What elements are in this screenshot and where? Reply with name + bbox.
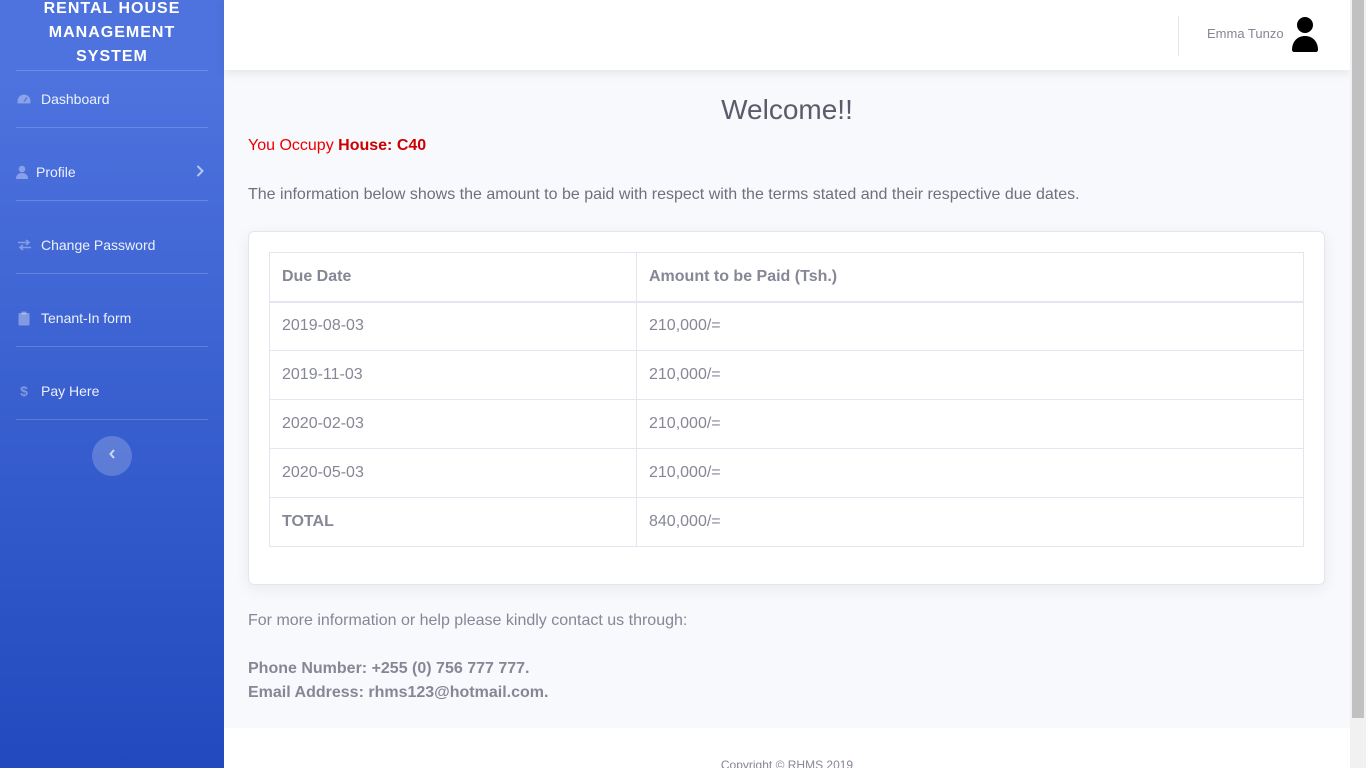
user-icon: [16, 164, 28, 180]
phone-number: Phone Number: +255 (0) 756 777 777.: [248, 660, 530, 677]
due-date-cell: 2019-11-03: [269, 350, 637, 400]
occupancy-prefix: You Occupy: [248, 137, 334, 154]
user-avatar-icon[interactable]: [1289, 16, 1321, 52]
sidebar-divider: [16, 70, 208, 71]
dollar-icon: $: [20, 383, 28, 399]
table-row: 2020-05-03 210,000/=: [269, 448, 1304, 498]
clipboard-icon: [16, 310, 32, 326]
column-header-due-date: Due Date: [269, 252, 637, 303]
amount-cell: 210,000/=: [636, 448, 1304, 498]
sidebar-divider: [16, 273, 208, 274]
sidebar-divider: [16, 200, 208, 201]
dashboard-icon: [16, 91, 32, 107]
sidebar-divider: [16, 127, 208, 128]
sidebar-item-dashboard[interactable]: Dashboard: [16, 84, 208, 114]
sidebar-toggle-button[interactable]: [92, 436, 132, 476]
topbar: Emma Tunzo: [224, 0, 1350, 70]
contact-intro: For more information or help please kind…: [248, 612, 688, 629]
copyright-text: Copyright © RHMS 2019: [720, 758, 854, 768]
sidebar-divider: [16, 346, 208, 347]
sidebar-item-label: Pay Here: [41, 383, 100, 399]
brand-line-3: SYSTEM: [76, 48, 148, 65]
house-label: House: C40: [338, 137, 427, 154]
table-row: 2019-08-03 210,000/=: [269, 301, 1304, 351]
sidebar-item-label: Tenant-In form: [41, 310, 132, 326]
brand-title[interactable]: RENTAL HOUSE MANAGEMENT SYSTEM: [0, 0, 224, 69]
total-amount-cell: 840,000/=: [636, 497, 1304, 547]
chevron-left-icon: [108, 447, 116, 465]
sidebar-item-tenant-in-form[interactable]: Tenant-In form: [16, 303, 208, 333]
due-date-cell: 2019-08-03: [269, 301, 637, 351]
due-date-cell: 2020-02-03: [269, 399, 637, 449]
footer: Copyright © RHMS 2019: [224, 728, 1350, 768]
amount-cell: 210,000/=: [636, 350, 1304, 400]
email-address: Email Address: rhms123@hotmail.com.: [248, 684, 549, 701]
sidebar-item-change-password[interactable]: Change Password: [16, 230, 208, 260]
sidebar: RENTAL HOUSE MANAGEMENT SYSTEM Dashboard…: [0, 0, 224, 768]
total-label-cell: TOTAL: [269, 497, 637, 547]
amount-cell: 210,000/=: [636, 399, 1304, 449]
info-text: The information below shows the amount t…: [248, 186, 1080, 203]
brand-line-2: MANAGEMENT: [48, 24, 176, 41]
sidebar-item-label: Change Password: [41, 237, 156, 253]
scrollbar-thumb[interactable]: [1352, 0, 1364, 718]
table-total-row: TOTAL 840,000/=: [269, 497, 1304, 547]
table-row: 2020-02-03 210,000/=: [269, 399, 1304, 449]
sidebar-item-label: Dashboard: [41, 91, 110, 107]
occupancy-text: You Occupy House: C40: [248, 137, 426, 155]
chevron-right-icon: [196, 164, 204, 180]
sidebar-item-label: Profile: [36, 164, 76, 180]
sidebar-item-profile[interactable]: Profile: [16, 157, 208, 187]
topbar-divider: [1178, 16, 1179, 56]
brand-line-1: RENTAL HOUSE: [43, 0, 181, 17]
due-date-cell: 2020-05-03: [269, 448, 637, 498]
exchange-icon: [16, 237, 32, 253]
table-header-row: Due Date Amount to be Paid (Tsh.): [269, 252, 1304, 303]
payment-card: Due Date Amount to be Paid (Tsh.) 2019-0…: [248, 231, 1325, 585]
user-name[interactable]: Emma Tunzo: [1207, 26, 1284, 41]
payment-table: Due Date Amount to be Paid (Tsh.) 2019-0…: [269, 252, 1304, 547]
table-row: 2019-11-03 210,000/=: [269, 350, 1304, 400]
page-scrollbar[interactable]: [1350, 0, 1366, 768]
page-title: Welcome!!: [721, 94, 853, 125]
sidebar-item-pay-here[interactable]: $ Pay Here: [16, 376, 208, 406]
amount-cell: 210,000/=: [636, 301, 1304, 351]
column-header-amount: Amount to be Paid (Tsh.): [636, 252, 1304, 303]
sidebar-divider: [16, 419, 208, 420]
